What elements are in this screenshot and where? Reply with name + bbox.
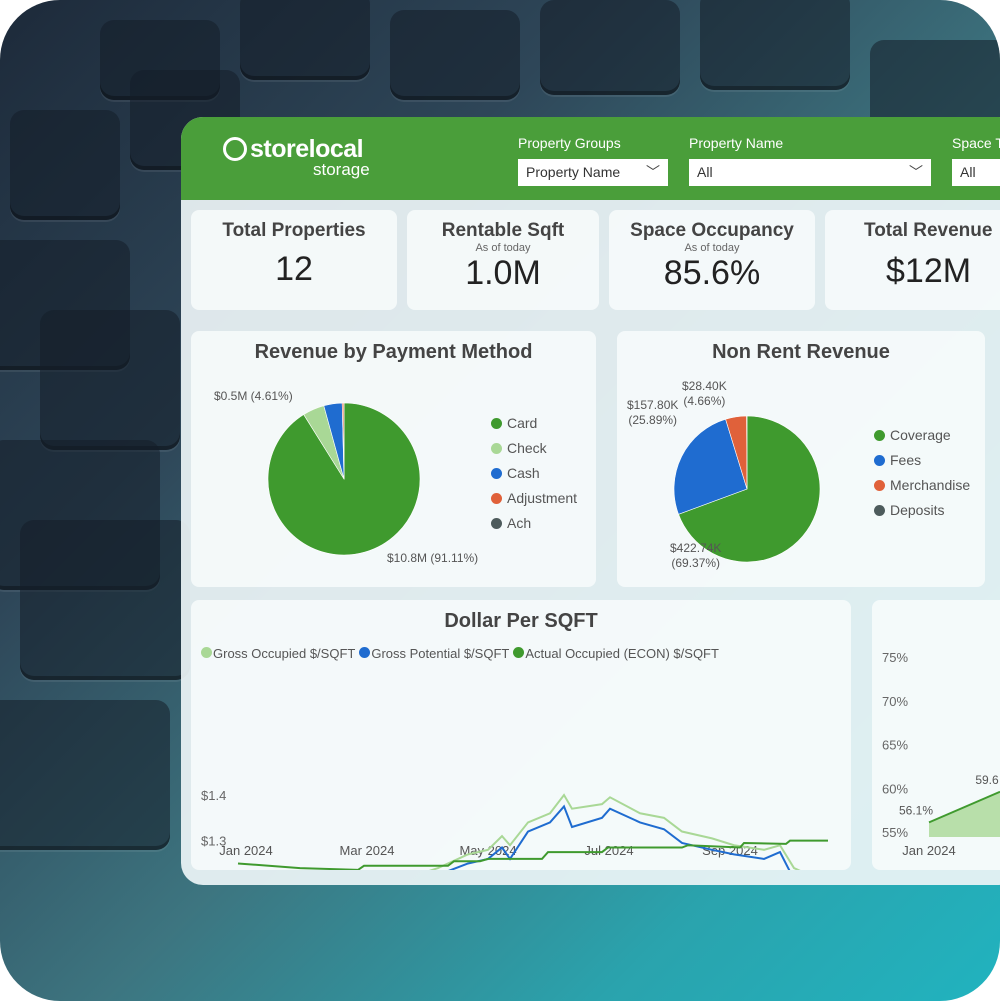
legend-label: Check [507,440,547,456]
filter-space-type: Space T All [952,135,1000,186]
y-tick-label: 55% [882,825,908,840]
legend-item-deposits[interactable]: Deposits [874,502,970,518]
legend-dot-icon [874,479,885,491]
property-groups-dropdown[interactable]: Property Name ﹀ [518,159,668,186]
area-fill [929,791,1000,837]
pie-label-coverage: $422.74K (69.37%) [670,541,722,570]
x-tick-label: Mar 2024 [340,843,395,858]
payment-legend: Card Check Cash Adjustment Ach [491,415,577,540]
legend-dot-icon [491,467,502,479]
y-tick-label: 75% [882,650,908,665]
kpi-space-occupancy: Space Occupancy As of today 85.6% [609,210,815,310]
x-tick-label: Jul 2024 [584,843,633,858]
legend-label: Fees [890,452,922,468]
data-label: 56.1% [899,803,933,817]
revenue-by-payment-panel: Revenue by Payment Method $0.5M (4.61%) … [191,331,596,587]
legend-label: Merchandise [890,477,971,493]
kpi-total-properties: Total Properties 12 [191,210,397,310]
legend-dot-icon [491,442,502,454]
dollar-per-sqft-panel: Dollar Per SQFT Gross Occupied $/SQFT Gro… [191,600,851,870]
legend-label: Cash [507,465,540,481]
kpi-total-revenue: Total Revenue $12M [825,210,1000,310]
chevron-down-icon: ﹀ [646,164,660,180]
legend-label: Deposits [890,502,945,518]
legend-item-check[interactable]: Check [491,440,577,456]
legend-label: Coverage [890,427,951,443]
occupancy-trend-chart: 75% 70% 65% 60% 55% Jan 2024 56.1% 59.6 [882,650,1000,858]
non-rent-legend: Coverage Fees Merchandise Deposits [874,427,970,527]
legend-item-cash[interactable]: Cash [491,465,577,481]
legend-item-coverage[interactable]: Coverage [874,427,970,443]
legend-dot-icon [491,417,502,429]
legend-label: Ach [507,515,532,531]
storelocal-logo: storelocal storage [223,135,370,180]
pie-label-check: $0.5M (4.61%) [214,389,293,403]
series-line [448,804,791,870]
dollar-per-sqft-chart: $1.4$1.3$1.2$1.1Jan 2024Mar 2024May 2024… [201,788,828,870]
y-tick-label: 70% [882,694,908,709]
legend-dot-icon [874,454,885,466]
legend-item-adjustment[interactable]: Adjustment [491,490,577,506]
kpi-rentable-sqft: Rentable Sqft As of today 1.0M [407,210,599,310]
x-tick-label: Jan 2024 [219,843,273,858]
space-type-dropdown[interactable]: All [952,159,1000,186]
non-rent-revenue-panel: Non Rent Revenue $28.40K (4.66%) $157.80… [617,331,985,587]
legend-item-merchandise[interactable]: Merchandise [874,477,970,493]
filter-property-name: Property Name All ﹀ [689,135,931,186]
legend-item-fees[interactable]: Fees [874,452,970,468]
y-tick-label: 65% [882,738,908,753]
pie-label-card: $10.8M (91.11%) [387,551,479,565]
dashboard-header: storelocal storage Property Groups Prope… [181,117,1000,200]
y-tick-label: 60% [882,781,908,796]
legend-dot-icon [491,492,502,504]
legend-label: Adjustment [507,490,578,506]
legend-dot-icon [874,429,885,441]
data-label: 59.6 [975,773,999,787]
x-tick-label: Jan 2024 [902,843,956,858]
occupancy-trend-panel: 75% 70% 65% 60% 55% Jan 2024 56.1% 59.6 [872,600,1000,870]
legend-dot-icon [874,504,885,516]
y-tick-label: $1.4 [201,788,226,803]
legend-item-card[interactable]: Card [491,415,577,431]
legend-label: Card [507,415,538,431]
legend-item-ach[interactable]: Ach [491,515,577,531]
dashboard-panel: storelocal storage Property Groups Prope… [181,117,1000,885]
property-name-dropdown[interactable]: All ﹀ [689,159,931,186]
pie-label-fees: $157.80K (25.89%) [627,398,679,427]
chevron-down-icon: ﹀ [909,164,923,180]
legend-dot-icon [491,517,502,529]
pie-label-merchandise: $28.40K (4.66%) [682,379,727,408]
filter-property-groups: Property Groups Property Name ﹀ [518,135,668,186]
